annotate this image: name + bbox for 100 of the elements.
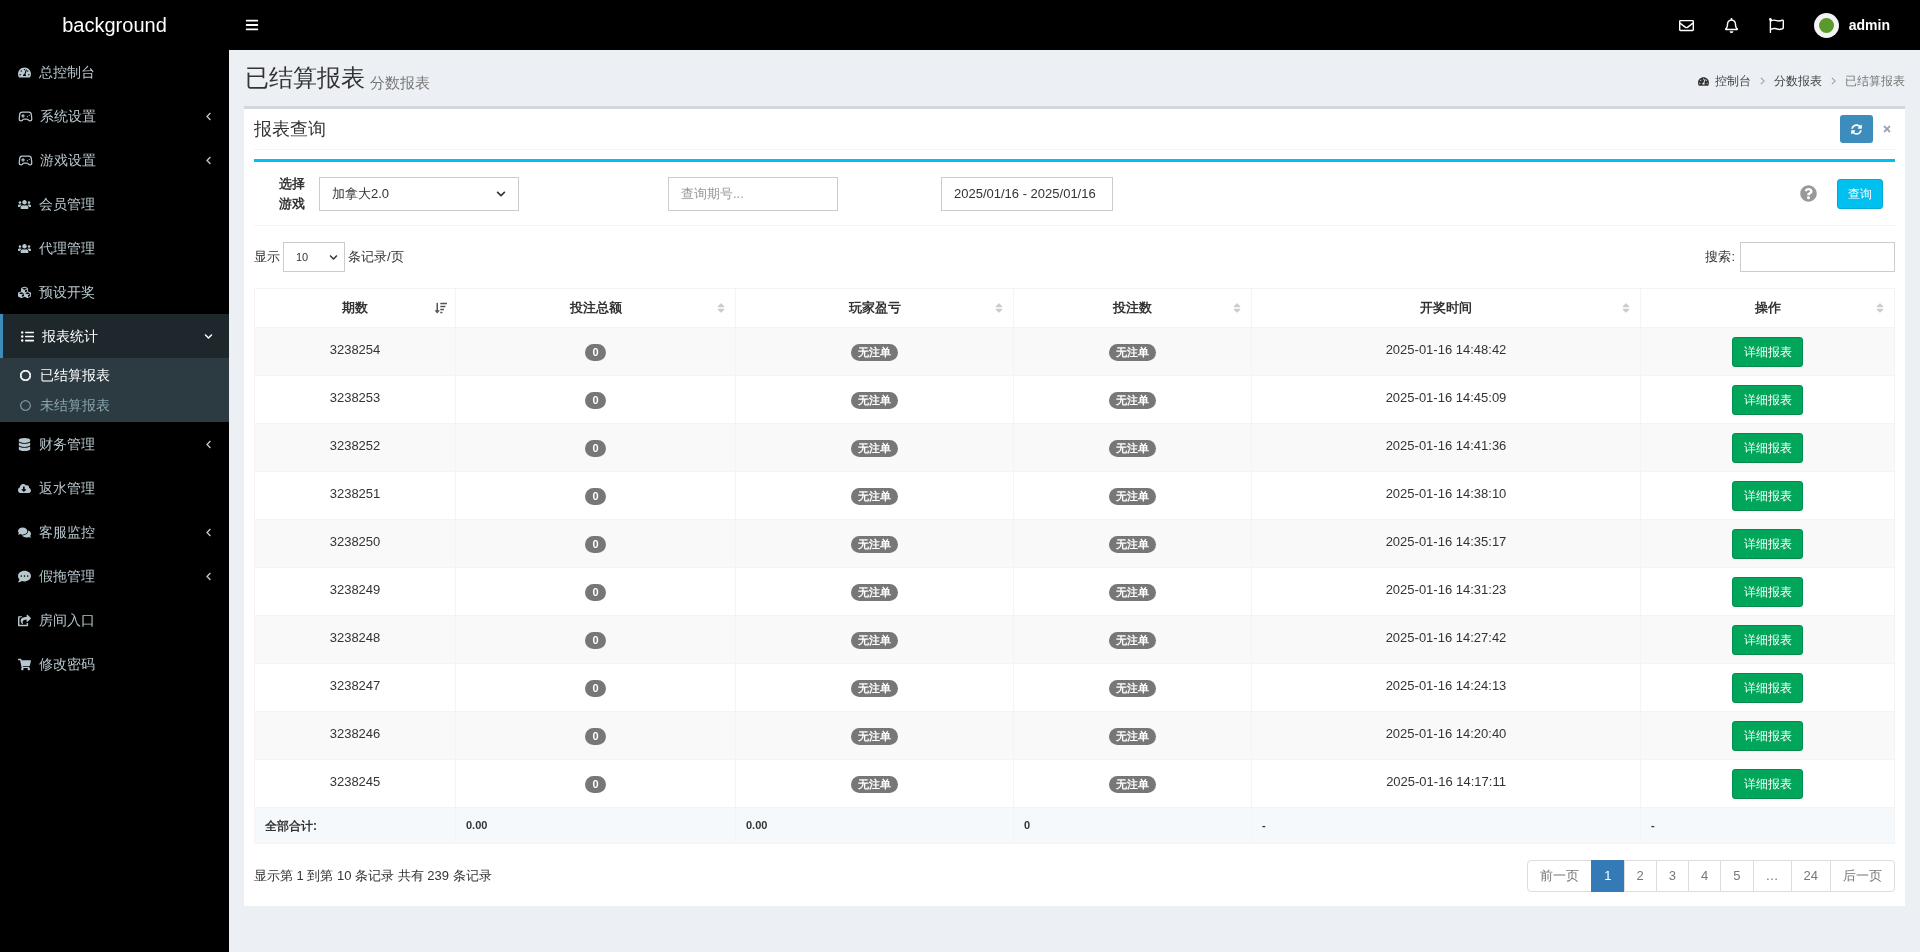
sidebar-label: 返水管理 — [39, 478, 96, 498]
gamepad-icon — [18, 152, 33, 168]
draw-time-cell: 2025-01-16 14:38:10 — [1251, 471, 1641, 520]
brand-logo[interactable]: background — [62, 10, 167, 40]
sidebar-item[interactable]: 房间入口 — [0, 598, 229, 642]
count-badge: 无注单 — [851, 583, 898, 601]
sidebar-item[interactable]: 总控制台 — [0, 50, 229, 94]
breadcrumb-link[interactable]: 分数报表 — [1774, 72, 1822, 90]
sidebar-label: 会员管理 — [39, 194, 96, 214]
page-link[interactable]: 1 — [1591, 860, 1625, 892]
count-badge: 无注单 — [1109, 487, 1156, 505]
menu-icon[interactable] — [245, 18, 259, 32]
sidebar-item[interactable]: 财务管理 — [0, 422, 229, 466]
sidebar-item[interactable]: 客服监控 — [0, 510, 229, 554]
page-link[interactable]: 2 — [1623, 860, 1657, 892]
user-avatar[interactable] — [1813, 12, 1839, 38]
mail-icon[interactable] — [1678, 17, 1694, 33]
column-header[interactable]: 期数 — [254, 288, 456, 328]
total-cell: 0.00 — [735, 807, 1014, 844]
total-cell: 0.00 — [455, 807, 736, 844]
date-range-field[interactable]: 2025/01/16 - 2025/01/16 — [941, 176, 1113, 211]
count-badge: 无注单 — [851, 535, 898, 553]
column-header[interactable]: 开奖时间 — [1251, 288, 1641, 328]
game-select[interactable]: 加拿大2.0 — [319, 176, 519, 211]
close-icon[interactable] — [1882, 124, 1892, 134]
count-badge: 无注单 — [1109, 775, 1156, 793]
page-link[interactable]: 前一页 — [1527, 860, 1593, 892]
count-badge: 无注单 — [1109, 343, 1156, 361]
draw-time-cell: 2025-01-16 14:17:11 — [1251, 759, 1641, 808]
count-badge: 无注单 — [851, 439, 898, 457]
list-icon — [21, 329, 34, 343]
page-length-select[interactable]: 10 — [283, 242, 345, 272]
sidebar-item[interactable]: 会员管理 — [0, 182, 229, 226]
page-title: 已结算报表 — [245, 63, 365, 93]
game-label: 选择游戏 — [279, 174, 306, 213]
count-badge: 0 — [585, 535, 606, 553]
draw-time-cell: 2025-01-16 14:45:09 — [1251, 375, 1641, 424]
sidebar-label: 系统设置 — [40, 106, 97, 126]
refresh-button[interactable] — [1840, 115, 1873, 143]
sidebar-item[interactable]: 假拖管理 — [0, 554, 229, 598]
period-field[interactable]: 查询期号... — [668, 176, 838, 211]
page-link[interactable]: 24 — [1790, 860, 1831, 892]
chevron-right-icon — [1831, 77, 1836, 85]
comment-icon — [18, 569, 31, 583]
count-badge: 无注单 — [1109, 391, 1156, 409]
bell-icon[interactable] — [1723, 17, 1739, 33]
user-name[interactable]: admin — [1848, 14, 1890, 36]
length-suffix: 条记录/页 — [348, 248, 404, 267]
sidebar-item[interactable]: 游戏设置 — [0, 138, 229, 182]
cloud-download-icon — [18, 481, 31, 495]
submenu-label: 未结算报表 — [40, 395, 110, 415]
sidebar-label: 房间入口 — [39, 610, 96, 630]
draw-time-cell: 2025-01-16 14:27:42 — [1251, 615, 1641, 664]
column-header[interactable]: 投注数 — [1013, 288, 1252, 328]
sidebar-label: 假拖管理 — [39, 566, 96, 586]
page-link[interactable]: … — [1752, 860, 1792, 892]
column-header[interactable]: 投注总额 — [455, 288, 736, 328]
total-cell: 全部合计: — [254, 807, 456, 844]
page-subtitle: 分数报表 — [370, 72, 430, 93]
total-cell: - — [1640, 807, 1895, 844]
submenu-item[interactable]: 未结算报表 — [0, 390, 229, 420]
sidebar-item[interactable]: 修改密码 — [0, 642, 229, 686]
sidebar-label: 游戏设置 — [40, 150, 97, 170]
count-badge: 无注单 — [851, 727, 898, 745]
sidebar-label: 修改密码 — [39, 654, 96, 674]
submenu-item[interactable]: 已结算报表 — [0, 360, 229, 390]
count-badge: 无注单 — [851, 343, 898, 361]
draw-time-cell: 2025-01-16 14:20:40 — [1251, 711, 1641, 760]
page-link[interactable]: 3 — [1655, 860, 1690, 892]
sidebar-item[interactable]: 代理管理 — [0, 226, 229, 270]
count-badge: 无注单 — [1109, 439, 1156, 457]
count-badge: 0 — [585, 679, 606, 697]
flag-icon[interactable] — [1768, 17, 1784, 33]
breadcrumb-link[interactable]: 控制台 — [1715, 72, 1751, 90]
column-header[interactable]: 操作 — [1640, 288, 1895, 328]
count-badge: 0 — [585, 391, 606, 409]
page-link[interactable]: 5 — [1720, 860, 1754, 892]
sidebar-item[interactable]: 系统设置 — [0, 94, 229, 138]
period-cell: 3238252 — [254, 423, 456, 472]
sidebar-label: 财务管理 — [39, 434, 96, 454]
page-link[interactable]: 后一页 — [1830, 860, 1895, 892]
count-badge: 无注单 — [851, 391, 898, 409]
period-cell: 3238245 — [254, 759, 456, 808]
help-icon[interactable] — [1800, 185, 1817, 202]
page-link[interactable]: 4 — [1688, 860, 1722, 892]
period-cell: 3238253 — [254, 375, 456, 424]
total-cell: 0 — [1013, 807, 1252, 844]
period-cell: 3238248 — [254, 615, 456, 664]
column-header[interactable]: 玩家盈亏 — [735, 288, 1014, 328]
period-cell: 3238251 — [254, 471, 456, 520]
count-badge: 0 — [585, 631, 606, 649]
sidebar-item[interactable]: 预设开奖 — [0, 270, 229, 314]
search-label: 搜索: — [1705, 248, 1735, 267]
dashboard-icon — [1698, 75, 1709, 87]
search-field[interactable] — [1740, 242, 1895, 272]
sidebar-item[interactable]: 报表统计 — [0, 314, 229, 358]
chat-icon — [18, 525, 31, 539]
count-badge: 无注单 — [1109, 631, 1156, 649]
period-cell: 3238254 — [254, 327, 456, 376]
sidebar-item[interactable]: 返水管理 — [0, 466, 229, 510]
